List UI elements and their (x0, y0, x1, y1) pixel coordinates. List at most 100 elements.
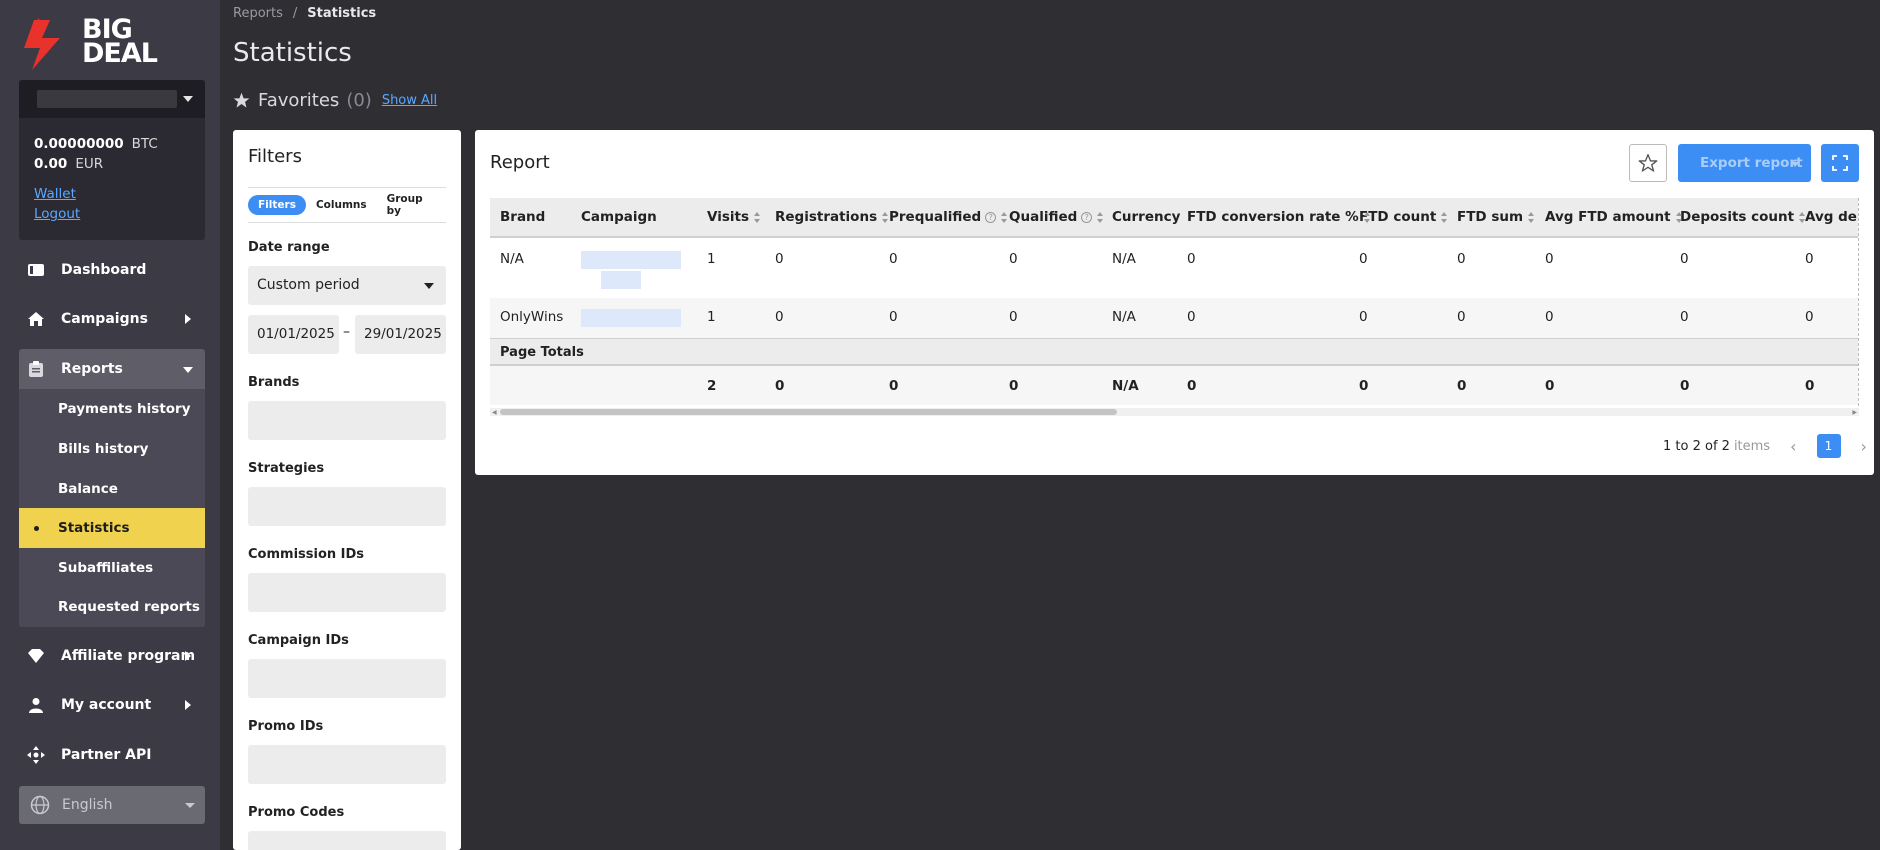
sub-item-bills-history[interactable]: Bills history (19, 429, 205, 469)
next-page-icon[interactable]: › (1861, 437, 1867, 456)
balance-currency: BTC (131, 136, 158, 152)
nav-label: Reports (61, 361, 123, 377)
brands-label: Brands (248, 375, 300, 390)
nav-affiliate-program[interactable]: Affiliate program (19, 636, 205, 676)
language-select[interactable]: English (19, 786, 205, 824)
clipboard-icon (25, 358, 47, 380)
cell-ftd-sum: 0 (1447, 237, 1535, 298)
col-prequalified[interactable]: Prequalified? (879, 198, 1008, 238)
col-deposits-count[interactable]: Deposits count (1670, 198, 1806, 238)
cell-ftd-rate: 0 (1177, 237, 1349, 298)
nav-campaigns[interactable]: Campaigns (19, 299, 205, 339)
report-title: Report (490, 152, 550, 173)
total-ftd-sum: 0 (1447, 365, 1535, 405)
language-label: English (62, 797, 113, 813)
home-icon (25, 308, 47, 330)
campaign-ids-select[interactable] (248, 659, 446, 698)
strategies-select[interactable] (248, 487, 446, 526)
help-icon[interactable]: ? (985, 211, 997, 223)
fullscreen-icon (1832, 155, 1848, 171)
tab-group-by[interactable]: Group by (377, 189, 446, 221)
scroll-right-icon[interactable]: ▶ (1852, 409, 1857, 416)
col-qualified[interactable]: Qualified? (999, 198, 1104, 238)
promo-ids-label: Promo IDs (248, 719, 324, 734)
cell-campaign[interactable] (571, 298, 697, 338)
total-deposits: 0 (1670, 365, 1795, 405)
prev-page-icon[interactable]: ‹ (1790, 437, 1796, 456)
total-currency: N/A (1102, 365, 1177, 405)
sort-icon (1097, 211, 1104, 223)
export-report-button[interactable]: Export report (1678, 144, 1811, 182)
nav-reports[interactable]: Reports (19, 349, 205, 389)
promo-codes-label: Promo Codes (248, 805, 345, 820)
campaign-redacted (601, 271, 641, 289)
col-brand[interactable]: Brand (490, 198, 571, 238)
cell-registrations: 0 (765, 298, 879, 338)
col-ftd-rate[interactable]: FTD conversion rate % (1177, 198, 1370, 238)
horizontal-scrollbar[interactable]: ◀ ▶ (490, 408, 1859, 416)
date-range-value: Custom period (257, 277, 360, 293)
sub-item-balance-transactions[interactable]: Balance transactions (19, 469, 205, 537)
tab-columns[interactable]: Columns (306, 195, 377, 215)
account-select[interactable] (19, 80, 205, 118)
account-name-redacted (37, 90, 177, 108)
filters-title: Filters (248, 146, 302, 167)
promo-codes-select[interactable] (248, 831, 446, 850)
col-registrations[interactable]: Registrations (765, 198, 889, 238)
export-label: Export report (1700, 155, 1803, 171)
logout-link[interactable]: Logout (34, 206, 80, 222)
help-icon[interactable]: ? (1081, 211, 1093, 223)
promo-ids-select[interactable] (248, 745, 446, 784)
add-favorite-button[interactable] (1629, 144, 1667, 182)
commission-ids-label: Commission IDs (248, 547, 365, 562)
commission-ids-select[interactable] (248, 573, 446, 612)
breadcrumb: Reports / Statistics (233, 6, 376, 21)
star-outline-icon (1638, 153, 1658, 173)
scroll-left-icon[interactable]: ◀ (492, 409, 497, 416)
sub-item-statistics[interactable]: Statistics (19, 508, 205, 548)
nav-dashboard[interactable]: Dashboard (19, 250, 205, 290)
date-from-input[interactable]: 01/01/2025 (248, 315, 339, 354)
chevron-down-icon (185, 803, 195, 808)
campaign-redacted (581, 251, 681, 269)
balance-btc: 0.00000000 BTC (34, 136, 158, 152)
nav-label: Dashboard (61, 262, 147, 278)
show-all-link[interactable]: Show All (382, 93, 437, 108)
col-ftd-sum[interactable]: FTD sum (1447, 198, 1535, 238)
col-campaign[interactable]: Campaign (571, 198, 697, 238)
col-avg-ftd[interactable]: Avg FTD amount (1535, 198, 1682, 238)
balance-amount: 0.00000000 (34, 136, 124, 152)
cell-campaign[interactable] (571, 237, 697, 298)
filters-tabs: Filters Columns Group by (248, 187, 446, 223)
brands-select[interactable] (248, 401, 446, 440)
nav-partner-api[interactable]: Partner API (19, 735, 205, 775)
cell-currency: N/A (1102, 298, 1177, 338)
breadcrumb-current: Statistics (307, 6, 377, 21)
report-table: Brand Campaign Visits Registrations Preq… (490, 198, 1858, 405)
scrollbar-thumb[interactable] (500, 409, 1117, 415)
breadcrumb-separator: / (292, 6, 298, 21)
big-deal-logo[interactable]: BIG DEAL (20, 14, 210, 74)
sub-item-requested-reports[interactable]: Requested reports (19, 587, 205, 627)
page-1-button[interactable]: 1 (1816, 434, 1841, 458)
sub-item-subaffiliates[interactable]: Subaffiliates (19, 548, 205, 588)
breadcrumb-reports[interactable]: Reports (233, 6, 283, 21)
page-totals-label: Page Totals (490, 337, 1858, 366)
nav-label: My account (61, 697, 152, 713)
sub-item-payments-history[interactable]: Payments history (19, 389, 205, 429)
total-ftd-rate: 0 (1177, 365, 1349, 405)
table-row: OnlyWins 1 0 0 0 N/A 0 0 0 0 0 0 (490, 298, 1858, 338)
date-range-select[interactable]: Custom period (248, 266, 446, 305)
fullscreen-button[interactable] (1821, 144, 1859, 182)
col-visits[interactable]: Visits (697, 198, 765, 238)
pagination-items-label: items (1733, 438, 1771, 454)
sidebar: BIG DEAL 0.00000000 BTC 0.00 EUR Wallet Lo… (0, 0, 220, 850)
wallet-link[interactable]: Wallet (34, 186, 76, 202)
cell-brand: OnlyWins (490, 298, 571, 338)
move-arrows-icon (25, 744, 47, 766)
col-currency[interactable]: Currency (1102, 198, 1180, 238)
date-to-input[interactable]: 29/01/2025 (355, 315, 446, 354)
sort-icon (1528, 211, 1535, 223)
tab-filters[interactable]: Filters (248, 195, 306, 215)
nav-my-account[interactable]: My account (19, 685, 205, 725)
